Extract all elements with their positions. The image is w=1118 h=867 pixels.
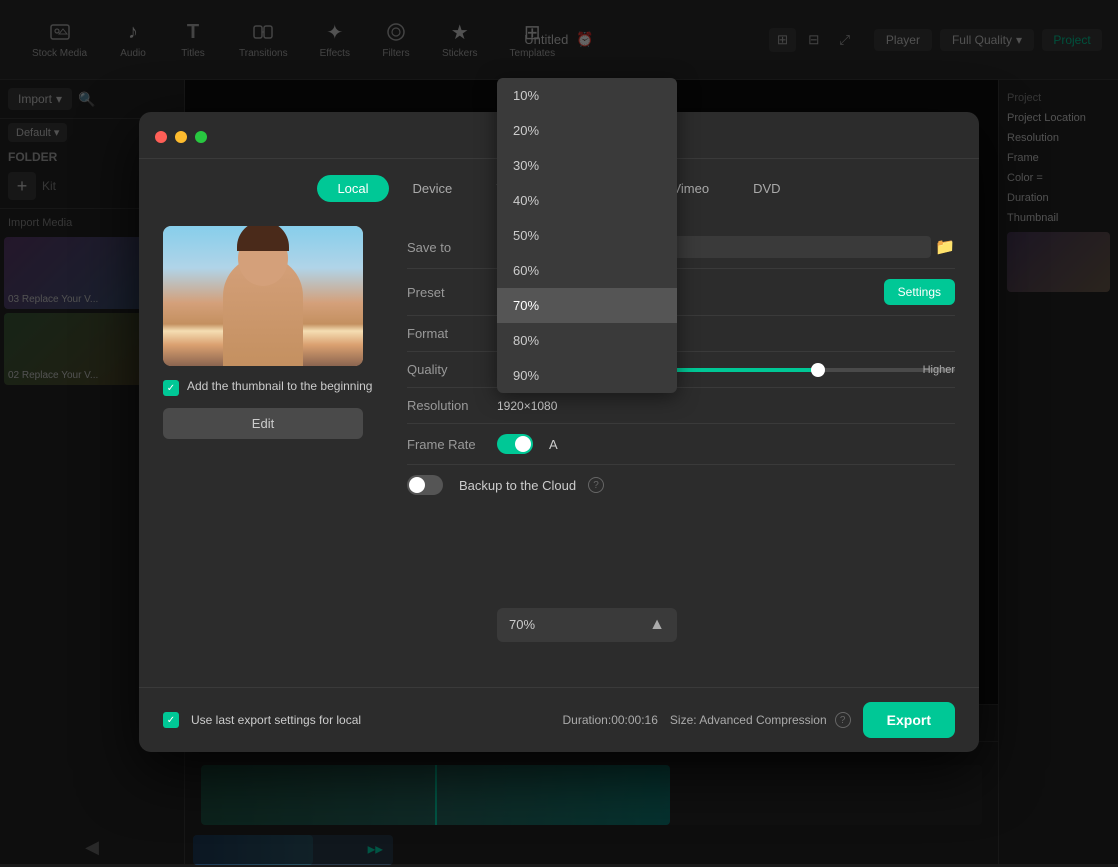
tab-local[interactable]: Local [317, 175, 388, 202]
size-label: Size: Advanced Compression ? [670, 712, 851, 728]
quality-option-20[interactable]: 20% [497, 113, 677, 148]
quality-option-90[interactable]: 90% [497, 358, 677, 393]
backup-row: Backup to the Cloud ? [407, 465, 955, 505]
quality-option-60[interactable]: 60% [497, 253, 677, 288]
quality-option-70[interactable]: 70% [497, 288, 677, 323]
size-info-icon[interactable]: ? [835, 712, 851, 728]
minimize-window-btn[interactable] [175, 131, 187, 143]
thumbnail-checkbox[interactable]: ✓ [163, 380, 179, 396]
auto-toggle[interactable] [497, 434, 533, 454]
thumbnail-checkbox-label: Add the thumbnail to the beginning [187, 378, 372, 395]
preset-row: Preset Custom Settings [407, 269, 955, 316]
quality-current-value: 70% [509, 617, 535, 632]
frame-rate-row: Frame Rate A [407, 424, 955, 465]
modal-footer: ✓ Use last export settings for local Dur… [139, 687, 979, 752]
settings-button[interactable]: Settings [884, 279, 955, 305]
export-button[interactable]: Export [863, 702, 955, 738]
frame-rate-control: A [497, 434, 955, 454]
quality-option-80[interactable]: 80% [497, 323, 677, 358]
quality-option-40[interactable]: 40% [497, 183, 677, 218]
browse-folder-button[interactable]: 📁 [935, 237, 955, 257]
quality-row: Quality 10% 20% 30% 40% 50% [407, 352, 955, 388]
auto-toggle-knob [515, 436, 531, 452]
use-last-label: Use last export settings for local [191, 713, 361, 727]
tab-dvd[interactable]: DVD [733, 175, 800, 202]
resolution-form-label: Resolution [407, 398, 497, 413]
tab-device[interactable]: Device [393, 175, 473, 202]
maximize-window-btn[interactable] [195, 131, 207, 143]
preview-thumbnail [163, 226, 363, 366]
auto-label: A [549, 437, 558, 452]
save-to-label: Save to [407, 240, 497, 255]
quality-option-50[interactable]: 50% [497, 218, 677, 253]
chevron-up-icon: ▲ [649, 616, 665, 634]
quality-select-current[interactable]: 70% ▲ [497, 608, 677, 642]
window-controls [155, 131, 207, 143]
quality-option-10[interactable]: 10% [497, 78, 677, 113]
quality-slider-thumb[interactable] [811, 363, 825, 377]
duration-label: Duration:00:00:16 [563, 713, 658, 727]
settings-form: Save to 📁 Preset Custom Settings Format [407, 226, 955, 671]
backup-info-icon[interactable]: ? [588, 477, 604, 493]
higher-label: Higher [923, 364, 955, 376]
backup-control: Backup to the Cloud ? [407, 475, 955, 495]
edit-thumbnail-button[interactable]: Edit [163, 408, 363, 439]
save-to-row: Save to 📁 [407, 226, 955, 269]
resolution-value: 1920×1080 [497, 398, 955, 413]
resolution-row: Resolution 1920×1080 [407, 388, 955, 424]
quality-option-30[interactable]: 30% [497, 148, 677, 183]
close-window-btn[interactable] [155, 131, 167, 143]
thumbnail-section: ✓ Add the thumbnail to the beginning Edi… [163, 226, 383, 671]
modal-overlay: Export Local Device YouTube TikTok Vimeo… [0, 0, 1118, 864]
resolution-current: 1920×1080 [497, 399, 557, 413]
quality-dropdown: 10% 20% 30% 40% 50% 60% 70% 80% 90% [497, 78, 677, 393]
format-row: Format MP4 [407, 316, 955, 352]
use-last-checkbox[interactable]: ✓ [163, 712, 179, 728]
preset-label: Preset [407, 285, 497, 300]
format-label: Format [407, 326, 497, 341]
frame-rate-label: Frame Rate [407, 437, 497, 452]
quality-form-label: Quality [407, 362, 497, 377]
quality-slider-container: 10% 20% 30% 40% 50% 60% 70% 80% 90% [497, 368, 955, 372]
backup-label: Backup to the Cloud [459, 478, 576, 493]
modal-content: ✓ Add the thumbnail to the beginning Edi… [139, 210, 979, 687]
backup-toggle-knob [409, 477, 425, 493]
size-text: Size: Advanced Compression [670, 713, 827, 727]
backup-toggle[interactable] [407, 475, 443, 495]
thumbnail-checkbox-row: ✓ Add the thumbnail to the beginning [163, 378, 383, 396]
export-modal: Export Local Device YouTube TikTok Vimeo… [139, 112, 979, 752]
